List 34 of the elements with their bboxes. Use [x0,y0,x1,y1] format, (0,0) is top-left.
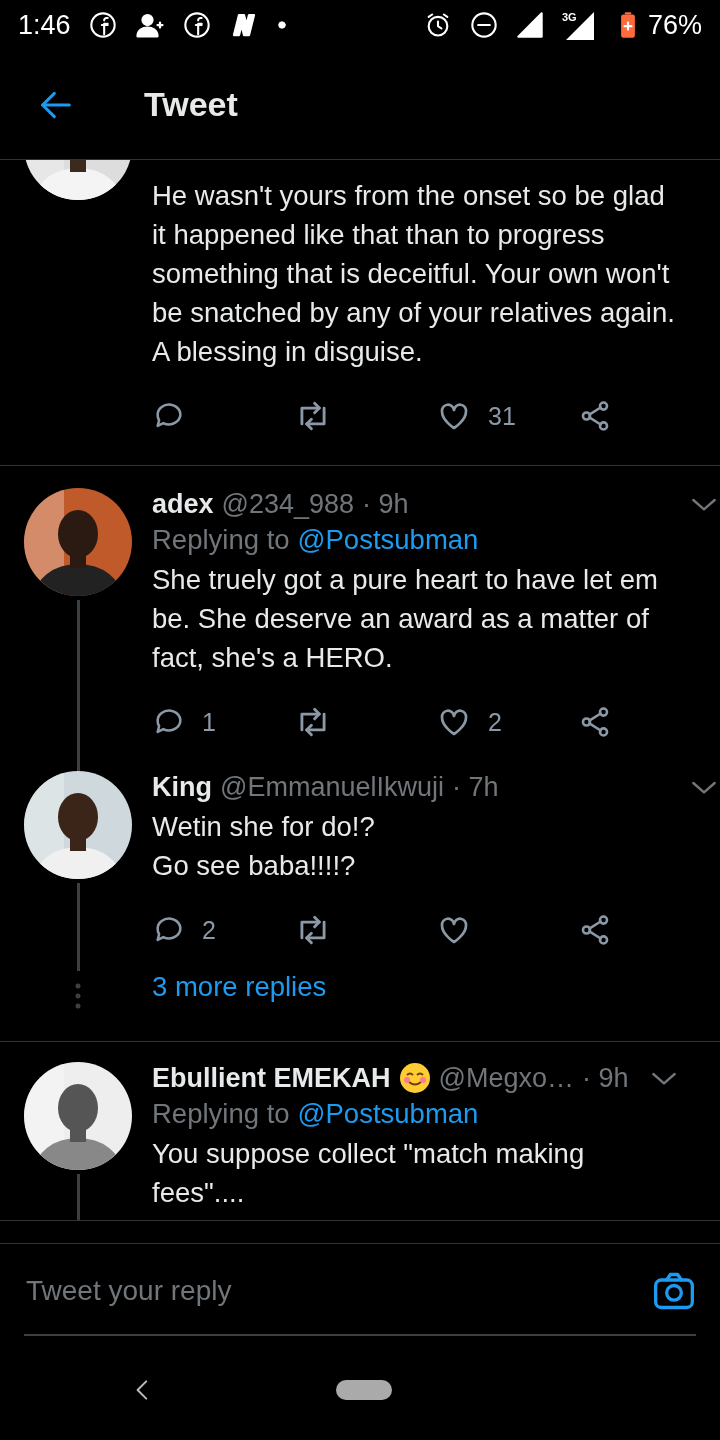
clock-time: 1:46 [18,9,71,41]
replying-label: Replying to [152,1098,290,1130]
tweet-time: · 7h [452,771,499,803]
dot-icon [276,20,287,30]
user-name: adex [152,488,214,520]
reply-count: 2 [202,915,216,945]
user-name: Ebullient EMEKAH [152,1062,391,1094]
thread-line [76,1174,80,1220]
signal-icon [515,11,544,39]
page-title: Tweet [144,85,238,124]
tweet-text: She truely got a pure heart to have let em be. She deserve an award as a matter of fact, she's a HERO. [152,563,659,675]
mention-link[interactable]: @Postsubman [297,1098,479,1130]
more-replies-link[interactable]: 3 more replies [152,971,720,1033]
home-pill[interactable] [336,1380,392,1400]
replying-label: Replying to [152,524,290,556]
mention-link[interactable]: @Postsubman [297,524,479,556]
do-not-disturb-icon [469,11,498,39]
user-name: King [152,771,212,803]
tweet-time: · 9h [581,1062,629,1094]
tweet-text: Wetin she for do!? Go see baba!!!!? [152,810,376,883]
user-handle: @EmmanuelIkwuji [220,771,444,803]
like-count: 2 [488,707,502,737]
battery-level: 76% [647,9,702,41]
user-handle: @Megxo… [438,1062,574,1094]
reply-count: 1 [202,707,216,737]
reply-field[interactable]: Tweet your reply [24,1274,652,1308]
facebook-icon [182,11,211,39]
tweet-text: You suppose collect "match making fees".... [152,1137,586,1210]
tweet-time: · 9h [362,488,409,520]
like-count: 31 [488,401,516,431]
user-handle: @234_988 [221,488,355,520]
tweet-text: He wasn't yours from the onset so be glad it happened like that than to progress something that is deceitful. Your own won't be snatched by any of your relatives again. A blessing in disguise. [152,179,676,369]
dotted-thread-icon [75,983,81,1011]
facebook-icon [88,11,117,39]
